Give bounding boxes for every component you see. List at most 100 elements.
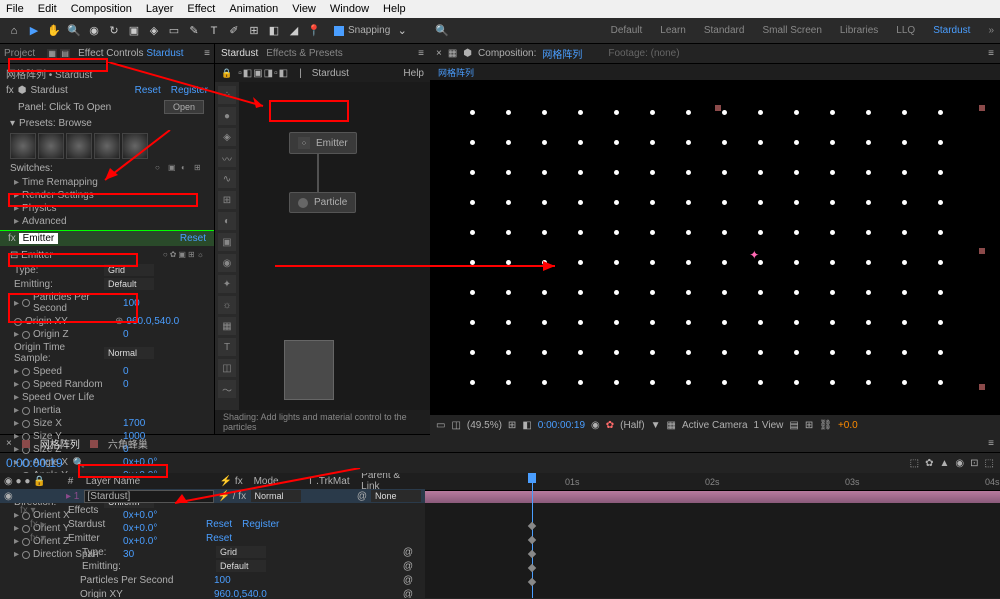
stopwatch-icon[interactable]: [22, 407, 30, 415]
mode-dropdown[interactable]: Normal: [251, 490, 301, 502]
pen-tool-icon[interactable]: ✎: [186, 23, 202, 39]
speed-value[interactable]: 0: [123, 366, 129, 377]
time-remapping[interactable]: Time Remapping: [22, 177, 112, 188]
timeline-tracks[interactable]: 01s 02s 03s 04s: [425, 473, 1000, 598]
menu-file[interactable]: File: [6, 3, 24, 15]
twirl-icon[interactable]: ▸: [14, 329, 19, 340]
tl-pps-v[interactable]: 100: [214, 575, 231, 586]
comp-breadcrumb[interactable]: 网格阵列: [438, 66, 474, 79]
eraser-tool-icon[interactable]: ◧: [266, 23, 282, 39]
vp-ic2[interactable]: ◫: [451, 420, 460, 431]
cube-icon[interactable]: ⬢: [463, 48, 472, 59]
menu-effect[interactable]: Effect: [187, 3, 215, 15]
node-tool-material-icon[interactable]: ◉: [218, 254, 236, 272]
node-tool-aux-icon[interactable]: ◐: [218, 212, 236, 230]
footage-label[interactable]: Footage: (none): [608, 48, 679, 59]
twirl-icon[interactable]: ▸: [14, 177, 19, 188]
open-button[interactable]: Open: [164, 100, 204, 114]
reset-link[interactable]: Reset: [135, 85, 161, 96]
timecode[interactable]: 0:00:00:19: [538, 420, 585, 431]
sx-value[interactable]: 1700: [123, 418, 145, 429]
vp-ic8[interactable]: ▤: [789, 420, 798, 431]
tl-ic4[interactable]: ◉: [955, 458, 964, 469]
node-tool-path-icon[interactable]: 〜: [218, 380, 236, 398]
emitting-dropdown[interactable]: Default: [104, 278, 154, 290]
resolution-dropdown[interactable]: (Half): [620, 420, 644, 431]
type-tool-icon[interactable]: T: [206, 23, 222, 39]
em-ic3[interactable]: ▣: [178, 250, 186, 261]
stardust-effect-name[interactable]: Stardust: [31, 85, 131, 96]
panel-menu-icon[interactable]: ≡: [418, 48, 424, 59]
twirl-icon[interactable]: ▸: [14, 392, 19, 403]
emitter-node[interactable]: ⁘ Emitter: [289, 132, 357, 154]
preset-swatch-2[interactable]: [38, 133, 64, 159]
twirl-icon[interactable]: ▸: [14, 418, 19, 429]
register-link[interactable]: Register: [171, 85, 208, 96]
sr-value[interactable]: 0: [123, 379, 129, 390]
ws-llq[interactable]: LLQ: [896, 25, 915, 36]
panel-menu-icon[interactable]: ≡: [988, 438, 994, 449]
vp-ic7[interactable]: ▦: [667, 420, 676, 431]
tl-tab-1[interactable]: 网格阵列: [40, 436, 80, 451]
vp-ic3[interactable]: ⊞: [508, 420, 516, 431]
ws-stardust[interactable]: Stardust: [933, 25, 970, 36]
node-tool-transform-icon[interactable]: ✦: [218, 275, 236, 293]
col-mode[interactable]: Mode: [254, 476, 304, 487]
emitter-reset[interactable]: Reset: [180, 233, 206, 244]
search-icon[interactable]: 🔍: [434, 23, 450, 39]
bbox-handle[interactable]: [979, 105, 985, 111]
ws-standard[interactable]: Standard: [704, 25, 745, 36]
zoom-tool-icon[interactable]: 🔍: [66, 23, 82, 39]
comp-name[interactable]: 网格阵列: [542, 46, 582, 61]
stopwatch-icon[interactable]: [22, 331, 30, 339]
tl-emitter[interactable]: Emitter: [68, 533, 198, 544]
snap-opt-icon[interactable]: ⌄: [394, 23, 410, 39]
node-tool-turbulence-icon[interactable]: ∿: [218, 170, 236, 188]
tab-effects-presets[interactable]: Effects & Presets: [266, 48, 343, 59]
em-ic5[interactable]: ☼: [197, 250, 204, 261]
tab-stardust[interactable]: Stardust: [221, 48, 258, 59]
home-icon[interactable]: ⌂: [6, 23, 22, 39]
bbox-handle[interactable]: [979, 248, 985, 254]
tl-ic5[interactable]: ⊡: [970, 458, 978, 469]
lock-icon[interactable]: 🔒: [221, 68, 232, 79]
twirl-icon[interactable]: ▸: [14, 405, 19, 416]
menu-composition[interactable]: Composition: [71, 3, 132, 15]
menu-edit[interactable]: Edit: [38, 3, 57, 15]
node-tool-model-icon[interactable]: ▣: [218, 233, 236, 251]
preset-swatch-3[interactable]: [66, 133, 92, 159]
node-tool-group-icon[interactable]: ▦: [218, 317, 236, 335]
panel-menu-icon[interactable]: ≡: [204, 48, 210, 59]
panel-menu-icon[interactable]: ≡: [988, 48, 994, 59]
keyframe[interactable]: [528, 550, 536, 558]
ws-libraries[interactable]: Libraries: [840, 25, 878, 36]
emitter-section[interactable]: Emitter: [19, 233, 59, 244]
node-icons[interactable]: ▫◧▣◨▫◧: [238, 68, 289, 79]
sw-ic2[interactable]: ▣: [168, 163, 178, 173]
menu-animation[interactable]: Animation: [229, 3, 278, 15]
px-value[interactable]: +0.0: [838, 420, 858, 431]
parent-dropdown[interactable]: None: [371, 490, 421, 502]
view-dropdown[interactable]: 1 View: [754, 420, 784, 431]
ws-small[interactable]: Small Screen: [762, 25, 821, 36]
camera-dropdown[interactable]: Active Camera: [682, 420, 748, 431]
layer-1-name[interactable]: [Stardust]: [84, 490, 214, 503]
twirl-icon[interactable]: ▸: [14, 366, 19, 377]
preset-swatch-4[interactable]: [94, 133, 120, 159]
preset-swatch-5[interactable]: [122, 133, 148, 159]
tl-effects[interactable]: Effects: [68, 505, 198, 516]
em-ic4[interactable]: ⊞: [188, 250, 195, 261]
node-tool-emitter-icon[interactable]: ⁘: [218, 86, 236, 104]
preset-swatch-1[interactable]: [10, 133, 36, 159]
vp-ic10[interactable]: ⛓: [819, 420, 832, 431]
shape-tool-icon[interactable]: ▭: [166, 23, 182, 39]
node-tool-clone-icon[interactable]: ◫: [218, 359, 236, 377]
node-tool-replica-icon[interactable]: ◈: [218, 128, 236, 146]
panel-ic2[interactable]: ▤: [60, 49, 70, 59]
comp-ic2[interactable]: ▦: [448, 48, 457, 59]
brush-tool-icon[interactable]: ✐: [226, 23, 242, 39]
tl-ic2[interactable]: ✿: [925, 458, 933, 469]
hand-tool-icon[interactable]: ✋: [46, 23, 62, 39]
puppet-tool-icon[interactable]: 📍: [306, 23, 322, 39]
tl-register[interactable]: Register: [242, 519, 279, 530]
